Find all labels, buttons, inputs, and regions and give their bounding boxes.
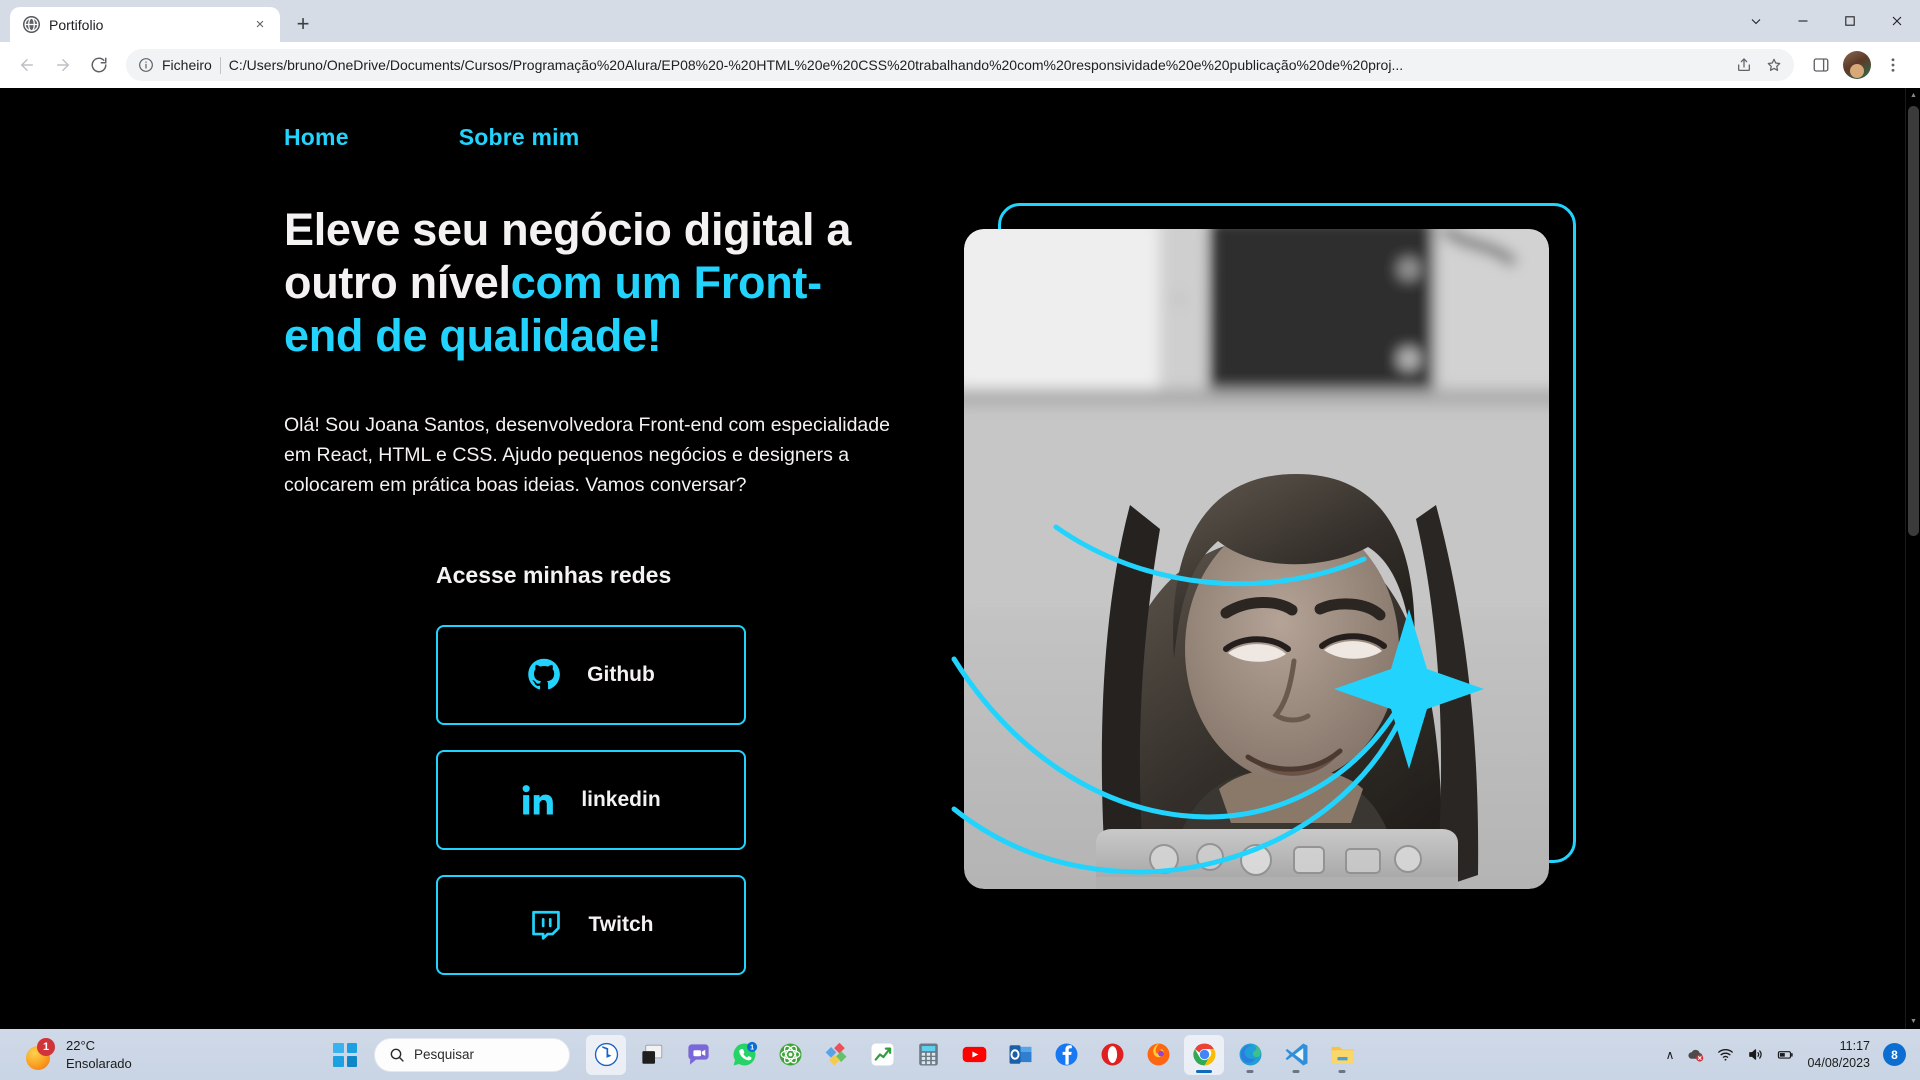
weather-temperature: 22°C (66, 1037, 96, 1053)
search-input[interactable]: Pesquisar (374, 1037, 570, 1072)
taskbar-app-list: 1 (586, 1034, 1362, 1075)
taskbar-app-microsoft-edge[interactable] (1230, 1035, 1270, 1075)
star-icon[interactable] (1760, 51, 1788, 79)
back-arrow-icon[interactable] (10, 48, 44, 82)
taskbar-center: Pesquisar 1 (330, 1034, 1362, 1075)
running-indicator (1196, 1069, 1212, 1073)
taskbar-clock[interactable]: 11:17 04/08/2023 (1807, 1038, 1870, 1072)
info-circle-icon (138, 57, 154, 73)
profile-photo (964, 229, 1549, 889)
close-window-button[interactable] (1873, 0, 1920, 42)
social-links-list: Github linkedin Twitch (436, 625, 924, 976)
url-text: C:/Users/bruno/OneDrive/Documents/Cursos… (228, 57, 1404, 73)
social-link-twitch[interactable]: Twitch (436, 875, 746, 976)
hero-paragraph: Olá! Sou Joana Santos, desenvolvedora Fr… (284, 414, 890, 496)
running-indicator (1338, 1069, 1346, 1073)
site-navigation: Home Sobre mim (0, 88, 1905, 151)
close-icon[interactable]: × (250, 15, 270, 35)
divider (219, 56, 221, 74)
svg-text:1: 1 (750, 1043, 754, 1051)
nav-link-sobre-mim[interactable]: Sobre mim (459, 124, 580, 151)
social-links-title: Acesse minhas redes (436, 562, 672, 589)
linkedin-icon (521, 783, 555, 817)
new-tab-button[interactable]: + (286, 7, 320, 41)
taskbar-app-file-explorer[interactable] (1322, 1035, 1362, 1075)
address-bar[interactable]: Ficheiro C:/Users/bruno/OneDrive/Documen… (126, 49, 1794, 81)
clock-time: 11:17 (1839, 1038, 1870, 1053)
taskbar-app-google-chrome[interactable] (1184, 1034, 1224, 1075)
taskbar-app-stocks[interactable] (862, 1035, 902, 1075)
social-link-label: Twitch (588, 913, 654, 937)
page-scrollbar[interactable]: ▲ ▼ (1905, 88, 1920, 1029)
url-scheme-label: Ficheiro (162, 57, 212, 73)
avatar[interactable] (1843, 51, 1871, 79)
running-indicator (1246, 1069, 1254, 1073)
forward-arrow-icon[interactable] (46, 48, 80, 82)
chrome-more-icon[interactable] (1732, 0, 1779, 42)
taskbar-app-teams-chat[interactable] (678, 1035, 718, 1075)
window-controls (1732, 0, 1920, 42)
github-icon (527, 658, 561, 692)
weather-widget[interactable]: 1 22°C Ensolarado (0, 1037, 330, 1072)
page-title: Eleve seu negócio digital a outro nívelc… (284, 203, 884, 362)
weather-badge: 1 (37, 1037, 55, 1056)
taskbar-app-calculator[interactable] (908, 1035, 948, 1075)
search-placeholder: Pesquisar (414, 1047, 475, 1062)
taskbar-app-firefox[interactable] (1138, 1035, 1178, 1075)
taskbar-app-task-view[interactable] (632, 1035, 672, 1075)
search-icon (390, 1048, 404, 1062)
taskbar-app-vs-code[interactable] (1276, 1035, 1316, 1075)
nav-link-home[interactable]: Home (284, 124, 349, 151)
tray-overflow-icon[interactable]: ∧ (1666, 1048, 1675, 1062)
taskbar-app-outlook[interactable] (1000, 1035, 1040, 1075)
globe-icon (23, 16, 40, 33)
portfolio-page: Home Sobre mim Eleve seu negócio digital… (0, 88, 1905, 1029)
weather-text: 22°C Ensolarado (66, 1037, 132, 1072)
start-button[interactable] (330, 1040, 360, 1070)
share-icon[interactable] (1730, 51, 1758, 79)
weather-condition: Ensolarado (66, 1055, 132, 1071)
side-panel-icon[interactable] (1804, 48, 1838, 82)
taskbar-app-whatsapp[interactable]: 1 (724, 1035, 764, 1075)
volume-icon[interactable] (1747, 1046, 1764, 1063)
sun-icon: 1 (22, 1037, 56, 1070)
social-link-github[interactable]: Github (436, 625, 746, 726)
taskbar-app-opera[interactable] (1092, 1035, 1132, 1075)
maximize-button[interactable] (1826, 0, 1873, 42)
scrollbar-thumb[interactable] (1908, 106, 1919, 536)
social-link-label: Github (587, 663, 655, 687)
browser-toolbar: Ficheiro C:/Users/bruno/OneDrive/Documen… (0, 42, 1920, 88)
social-link-linkedin[interactable]: linkedin (436, 750, 746, 851)
social-link-label: linkedin (581, 788, 661, 812)
page-viewport: Home Sobre mim Eleve seu negócio digital… (0, 88, 1920, 1029)
tab-strip: Portifolio × + (0, 0, 1920, 42)
minimize-button[interactable] (1779, 0, 1826, 42)
taskbar-app-bing-chat[interactable] (586, 1034, 626, 1075)
hero-text-column: Eleve seu negócio digital a outro nívelc… (284, 203, 924, 976)
wifi-icon[interactable] (1717, 1046, 1734, 1063)
browser-tab[interactable]: Portifolio × (10, 7, 280, 42)
taskbar-app-youtube[interactable] (954, 1035, 994, 1075)
hero-image-column (951, 203, 1584, 908)
notifications-badge[interactable]: 8 (1883, 1043, 1906, 1066)
scroll-up-arrow-icon[interactable]: ▲ (1906, 88, 1920, 103)
reload-icon[interactable] (82, 48, 116, 82)
windows-taskbar: 1 22°C Ensolarado Pesquisar 1 ∧ 11:17 04… (0, 1029, 1920, 1080)
system-tray: ∧ 11:17 04/08/2023 8 (1666, 1038, 1920, 1072)
taskbar-app-office[interactable] (816, 1035, 856, 1075)
onedrive-error-icon[interactable] (1687, 1046, 1704, 1063)
hero-section: Eleve seu negócio digital a outro nívelc… (0, 151, 1905, 976)
twitch-icon (529, 908, 563, 942)
taskbar-app-atom[interactable] (770, 1035, 810, 1075)
taskbar-app-facebook[interactable] (1046, 1035, 1086, 1075)
chrome-browser-window: Portifolio × + Ficheiro C:/Users/bruno/O… (0, 0, 1920, 1029)
kebab-menu-icon[interactable] (1876, 48, 1910, 82)
battery-icon[interactable] (1777, 1046, 1794, 1063)
clock-date: 04/08/2023 (1807, 1055, 1870, 1070)
tab-title: Portifolio (49, 16, 104, 33)
scroll-down-arrow-icon[interactable]: ▼ (1906, 1014, 1920, 1029)
running-indicator (1292, 1069, 1300, 1073)
